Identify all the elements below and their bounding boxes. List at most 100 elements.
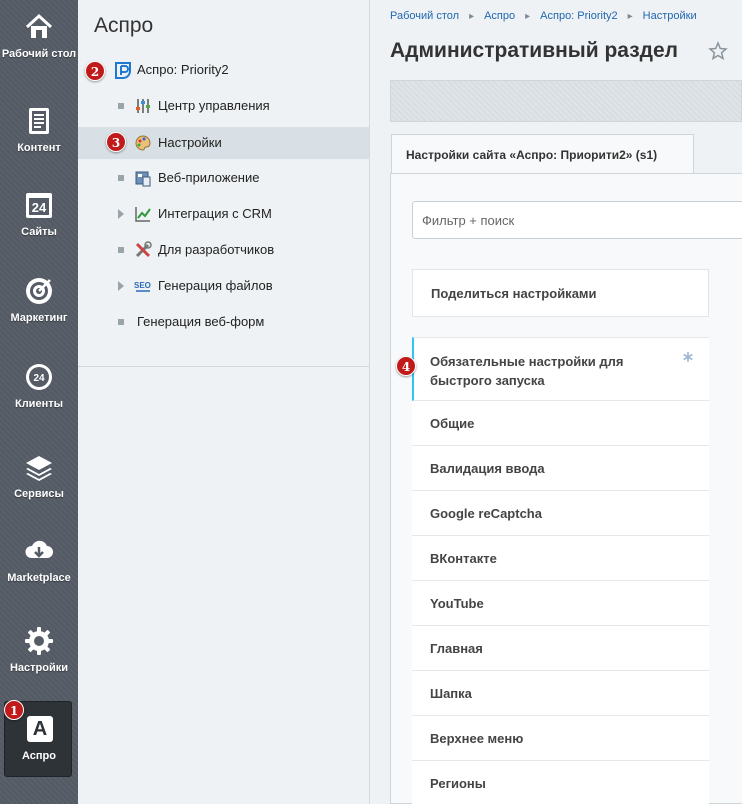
list-item[interactable]: YouTube [412, 581, 709, 626]
sidebar-item-desktop[interactable]: Рабочий стол [0, 12, 78, 60]
breadcrumb-link[interactable]: Настройки [643, 10, 697, 22]
breadcrumb-separator-icon: ▸ [525, 11, 531, 22]
tools-icon [135, 241, 152, 258]
share-settings-button[interactable]: Поделиться настройками [412, 269, 709, 317]
menu-item-label: Центр управления [158, 98, 270, 113]
menu-item-file-generation[interactable]: SEO Генерация файлов [78, 271, 369, 301]
menu-item-label: Веб-приложение [158, 170, 260, 185]
breadcrumb-separator-icon: ▸ [627, 11, 633, 22]
list-item[interactable]: Шапка [412, 671, 709, 716]
sidebar-item-label: Рабочий стол [1, 48, 77, 60]
list-item-label: YouTube [430, 596, 484, 611]
sidebar-item-content[interactable]: Контент [0, 106, 78, 154]
left-sidebar: Рабочий стол Контент 24 Сайты Маркетинг [0, 0, 78, 804]
menu-item-label: Настройки [158, 135, 222, 150]
list-item-label: Валидация ввода [430, 461, 545, 476]
menu-item-web-app[interactable]: Веб-приложение [78, 163, 369, 193]
step-badge-4: 4 [396, 356, 416, 376]
sidebar-item-label: Сайты [21, 226, 57, 238]
list-item-label: ВКонтакте [430, 551, 497, 566]
priority-logo-icon [115, 62, 131, 79]
settings-panel: Фильтр + поиск Поделиться настройками Об… [390, 173, 742, 804]
sidebar-item-label: Аспро [22, 750, 56, 762]
list-item-label: Верхнее меню [430, 731, 524, 746]
menu-item-label: Генерация файлов [158, 278, 273, 293]
menu-item-root[interactable]: Аспро: Priority2 [78, 55, 369, 85]
breadcrumb-separator-icon: ▸ [469, 11, 475, 22]
sidebar-item-clients[interactable]: 24 Клиенты [0, 362, 78, 410]
section-menu: Аспро Аспро: Priority2 Центр управления … [78, 0, 370, 804]
sidebar-item-label: Сервисы [14, 488, 64, 500]
list-item[interactable]: ВКонтакте [412, 536, 709, 581]
calendar-24-icon: 24 [26, 193, 52, 218]
page-title: Административный раздел [390, 39, 679, 62]
menu-item-control-center[interactable]: Центр управления [78, 91, 369, 121]
cloud-download-icon [25, 540, 53, 558]
list-item-label: Шапка [430, 686, 472, 701]
sliders-icon [136, 99, 150, 113]
gear-icon [25, 627, 53, 655]
toolbar [390, 80, 742, 122]
document-icon [29, 108, 49, 134]
sidebar-item-services[interactable]: Сервисы [0, 452, 78, 500]
expand-arrow-icon[interactable] [118, 281, 124, 291]
sidebar-item-sites[interactable]: 24 Сайты [0, 190, 78, 238]
breadcrumb-link[interactable]: Аспро [484, 10, 515, 22]
sidebar-item-marketplace[interactable]: Marketplace [0, 536, 78, 584]
sidebar-item-label: Клиенты [14, 398, 63, 410]
list-item[interactable]: Верхнее меню [412, 716, 709, 761]
list-item[interactable]: Регионы [412, 761, 709, 804]
expand-arrow-icon[interactable] [118, 209, 124, 219]
step-badge-2: 2 [85, 61, 105, 81]
menu-divider [78, 366, 369, 367]
list-item-label: Регионы [430, 776, 486, 791]
bullet-icon [118, 103, 124, 109]
palette-icon [135, 135, 151, 151]
sidebar-item-settings[interactable]: Настройки [0, 626, 78, 674]
home-icon [25, 13, 53, 38]
search-input[interactable]: Фильтр + поиск [412, 201, 742, 239]
settings-sections-list: Обязательные настройки для быстрого запу… [412, 337, 709, 804]
svg-text:24: 24 [32, 200, 47, 215]
tab-site-settings[interactable]: Настройки сайта «Аспро: Приорити2» (s1) [391, 134, 694, 174]
sidebar-item-label: Маркетинг [10, 312, 68, 324]
clients-24-icon: 24 [26, 364, 52, 390]
breadcrumb-link[interactable]: Рабочий стол [390, 10, 459, 22]
menu-item-developers[interactable]: Для разработчиков [78, 235, 369, 265]
seo-icon: SEO [134, 281, 151, 292]
breadcrumb-link[interactable]: Аспро: Priority2 [540, 10, 617, 22]
list-item[interactable]: Google reCaptcha [412, 491, 709, 536]
menu-item-label: Генерация веб-форм [137, 314, 265, 329]
bullet-icon [118, 247, 124, 253]
aspro-logo-icon: A [27, 716, 53, 742]
breadcrumb: Рабочий стол ▸ Аспро ▸ Аспро: Priority2 ▸ Наст… [390, 10, 697, 22]
list-item-label: Главная [430, 641, 483, 656]
list-item[interactable]: Главная [412, 626, 709, 671]
menu-item-label: Для разработчиков [158, 242, 275, 257]
sidebar-item-label: Контент [17, 142, 61, 154]
list-item[interactable]: Валидация ввода [412, 446, 709, 491]
menu-item-label: Аспро: Priority2 [137, 62, 229, 77]
web-app-icon [135, 171, 151, 187]
sidebar-item-marketing[interactable]: Маркетинг [0, 276, 78, 324]
step-badge-3: 3 [106, 132, 126, 152]
list-item[interactable]: Общие [412, 401, 709, 446]
list-item-label: Обязательные настройки для быстрого запу… [430, 354, 624, 388]
menu-item-webform-generation[interactable]: Генерация веб-форм [78, 307, 369, 337]
list-item-label: Google reCaptcha [430, 506, 542, 521]
list-item-required-settings[interactable]: Обязательные настройки для быстрого запу… [412, 337, 709, 401]
main-area: Рабочий стол ▸ Аспро ▸ Аспро: Priority2 ▸ Наст… [370, 0, 742, 804]
sidebar-item-label: Настройки [9, 662, 69, 674]
menu-item-crm[interactable]: Интеграция с CRM [78, 199, 369, 229]
asterisk-icon [683, 352, 693, 362]
menu-title: Аспро [94, 14, 154, 37]
svg-text:SEO: SEO [134, 281, 151, 290]
sidebar-item-label: Marketplace [7, 572, 71, 584]
layers-icon [26, 456, 52, 481]
menu-item-label: Интеграция с CRM [158, 206, 272, 221]
target-icon [26, 278, 52, 304]
chart-growth-icon [135, 207, 151, 222]
bullet-icon [118, 319, 124, 325]
star-icon[interactable] [708, 41, 728, 61]
step-badge-1: 1 [4, 700, 24, 720]
